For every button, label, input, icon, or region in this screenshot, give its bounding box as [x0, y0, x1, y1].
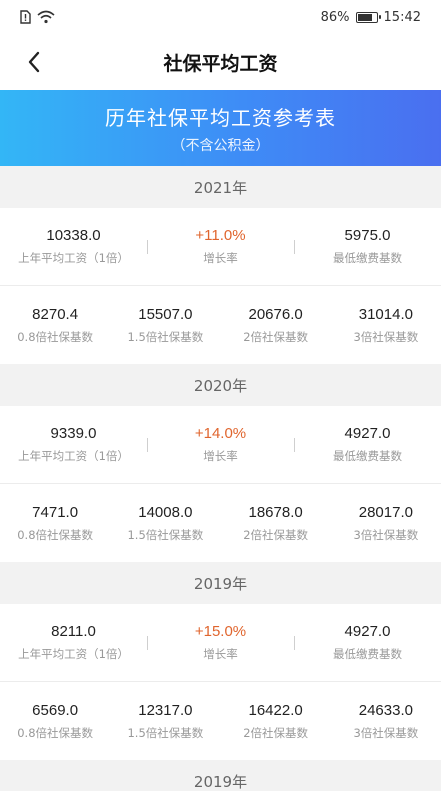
base-2-value: 20676.0: [248, 305, 303, 323]
nav-bar: 社保平均工资: [0, 34, 441, 90]
min-base-label: 最低缴费基数: [333, 449, 402, 463]
base-08-label: 0.8倍社保基数: [17, 329, 94, 344]
base-3-cell: 24633.0 3倍社保基数: [331, 702, 441, 741]
battery-icon: [355, 11, 381, 23]
growth-cell: +14.0% 增长率: [147, 425, 294, 464]
base-3-label: 3倍社保基数: [353, 329, 419, 344]
base-3-label: 3倍社保基数: [353, 725, 419, 740]
year-card: 10338.0 上年平均工资（1倍） +11.0% 增长率 5975.0 最低缴…: [0, 208, 441, 364]
min-base-value: 5975.0: [344, 227, 391, 244]
avg-wage-label: 上年平均工资（1倍）: [18, 647, 129, 661]
base-3-cell: 28017.0 3倍社保基数: [331, 504, 441, 543]
avg-wage-label: 上年平均工资（1倍）: [18, 449, 129, 463]
growth-cell: +11.0% 增长率: [147, 227, 294, 266]
base-08-label: 0.8倍社保基数: [17, 527, 94, 542]
avg-wage-cell: 8211.0 上年平均工资（1倍）: [0, 623, 147, 662]
status-right: 86% 15:42: [321, 10, 421, 25]
growth-cell: +15.0% 增长率: [147, 623, 294, 662]
clock: 15:42: [383, 9, 421, 25]
year-header: 2019年: [0, 562, 441, 604]
multiples-row: 7471.0 0.8倍社保基数 14008.0 1.5倍社保基数 18678.0…: [0, 484, 441, 562]
min-base-cell: 4927.0 最低缴费基数: [294, 425, 441, 464]
year-card: 9339.0 上年平均工资（1倍） +14.0% 增长率 4927.0 最低缴费…: [0, 406, 441, 562]
year-header: 2020年: [0, 364, 441, 406]
base-08-label: 0.8倍社保基数: [17, 725, 94, 740]
min-base-cell: 5975.0 最低缴费基数: [294, 227, 441, 266]
base-3-value: 28017.0: [358, 503, 413, 521]
avg-wage-value: 10338.0: [46, 227, 101, 244]
avg-wage-value: 8211.0: [51, 623, 96, 640]
back-button[interactable]: [14, 34, 54, 90]
growth-label: 增长率: [203, 449, 238, 463]
status-left: [20, 10, 55, 24]
base-08-value: 6569.0: [32, 701, 79, 719]
base-15-label: 1.5倍社保基数: [127, 329, 204, 344]
battery-percent: 86%: [320, 9, 350, 25]
growth-value: +11.0%: [195, 227, 246, 244]
banner: 历年社保平均工资参考表 （不含公积金）: [0, 90, 441, 166]
min-base-label: 最低缴费基数: [333, 647, 402, 661]
base-3-label: 3倍社保基数: [353, 527, 419, 542]
year-list: 2021年 10338.0 上年平均工资（1倍） +11.0% 增长率 5975…: [0, 166, 441, 791]
year-header: 2021年: [0, 166, 441, 208]
base-15-label: 1.5倍社保基数: [127, 527, 204, 542]
base-2-cell: 16422.0 2倍社保基数: [221, 702, 331, 741]
growth-value: +14.0%: [194, 425, 247, 442]
avg-wage-label: 上年平均工资（1倍）: [18, 251, 129, 265]
banner-subtitle: （不含公积金）: [171, 137, 270, 154]
base-3-cell: 31014.0 3倍社保基数: [331, 306, 441, 345]
base-15-value: 15507.0: [138, 305, 193, 323]
status-bar: 86% 15:42: [0, 0, 441, 34]
wifi-icon: [37, 10, 55, 24]
min-base-label: 最低缴费基数: [333, 251, 402, 265]
banner-title: 历年社保平均工资参考表: [105, 105, 336, 130]
min-base-value: 4927.0: [344, 425, 391, 442]
base-2-label: 2倍社保基数: [243, 527, 309, 542]
summary-row: 10338.0 上年平均工资（1倍） +11.0% 增长率 5975.0 最低缴…: [0, 208, 441, 286]
base-08-cell: 7471.0 0.8倍社保基数: [0, 504, 110, 543]
summary-row: 9339.0 上年平均工资（1倍） +14.0% 增长率 4927.0 最低缴费…: [0, 406, 441, 484]
year-header: 2019年: [0, 760, 441, 791]
page-title: 社保平均工资: [163, 52, 278, 75]
growth-value: +15.0%: [194, 623, 247, 640]
base-15-value: 14008.0: [138, 503, 193, 521]
avg-wage-cell: 9339.0 上年平均工资（1倍）: [0, 425, 147, 464]
base-08-value: 7471.0: [32, 503, 79, 521]
base-3-value: 31014.0: [358, 305, 413, 323]
base-15-value: 12317.0: [138, 701, 193, 719]
base-2-label: 2倍社保基数: [243, 329, 309, 344]
avg-wage-cell: 10338.0 上年平均工资（1倍）: [0, 227, 147, 266]
base-2-value: 16422.0: [248, 701, 303, 719]
base-15-label: 1.5倍社保基数: [127, 725, 204, 740]
min-base-cell: 4927.0 最低缴费基数: [294, 623, 441, 662]
base-15-cell: 12317.0 1.5倍社保基数: [110, 702, 220, 741]
summary-row: 8211.0 上年平均工资（1倍） +15.0% 增长率 4927.0 最低缴费…: [0, 604, 441, 682]
avg-wage-value: 9339.0: [50, 425, 97, 442]
chevron-left-icon: [28, 51, 40, 73]
base-15-cell: 15507.0 1.5倍社保基数: [110, 306, 220, 345]
sim-alert-icon: [20, 10, 31, 24]
min-base-value: 4927.0: [344, 623, 391, 640]
base-2-cell: 20676.0 2倍社保基数: [221, 306, 331, 345]
base-2-label: 2倍社保基数: [243, 725, 309, 740]
base-3-value: 24633.0: [358, 701, 413, 719]
growth-label: 增长率: [203, 251, 238, 265]
growth-label: 增长率: [203, 647, 238, 661]
base-08-cell: 8270.4 0.8倍社保基数: [0, 306, 110, 345]
base-2-value: 18678.0: [248, 503, 303, 521]
base-08-value: 8270.4: [32, 305, 79, 323]
multiples-row: 6569.0 0.8倍社保基数 12317.0 1.5倍社保基数 16422.0…: [0, 682, 441, 760]
multiples-row: 8270.4 0.8倍社保基数 15507.0 1.5倍社保基数 20676.0…: [0, 286, 441, 364]
base-2-cell: 18678.0 2倍社保基数: [221, 504, 331, 543]
base-15-cell: 14008.0 1.5倍社保基数: [110, 504, 220, 543]
year-card: 8211.0 上年平均工资（1倍） +15.0% 增长率 4927.0 最低缴费…: [0, 604, 441, 760]
base-08-cell: 6569.0 0.8倍社保基数: [0, 702, 110, 741]
